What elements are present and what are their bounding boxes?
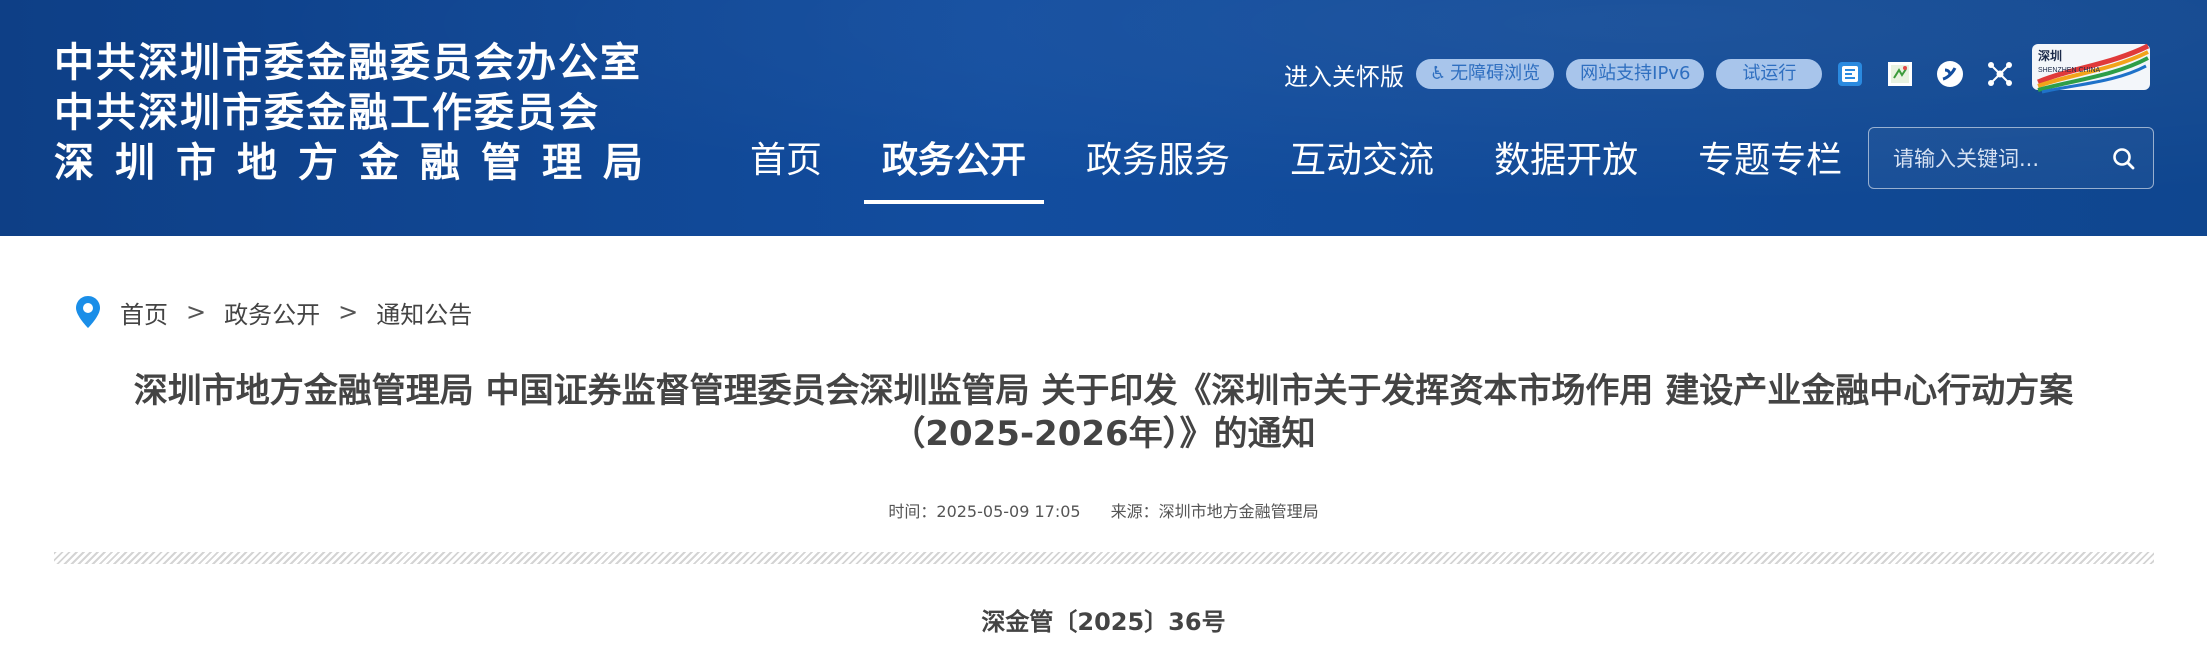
site-header: 中共深圳市委金融委员会办公室 中共深圳市委金融工作委员会 深圳市地方金融管理局 … bbox=[0, 0, 2207, 236]
network-icon[interactable] bbox=[1984, 58, 2016, 90]
nav-special-topics[interactable]: 专题专栏 bbox=[1680, 126, 1860, 204]
nav-home[interactable]: 首页 bbox=[732, 126, 840, 204]
hatched-divider bbox=[54, 552, 2154, 564]
top-utility-links: 进入关怀版 ♿ 无障碍浏览 网站支持IPv6 试运行 bbox=[1284, 54, 2034, 94]
nav-government-affairs[interactable]: 政务公开 bbox=[864, 126, 1045, 204]
trial-badge[interactable]: 试运行 bbox=[1716, 59, 1823, 89]
article-title: 深圳市地方金融管理局 中国证券监督管理委员会深圳监管局 关于印发《深圳市关于发挥… bbox=[60, 370, 2147, 456]
org-name-line-3: 深圳市地方金融管理局 bbox=[54, 140, 664, 186]
weibo-icon[interactable] bbox=[1934, 58, 1966, 90]
org-name-line-2: 中共深圳市委金融工作委员会 bbox=[54, 90, 600, 136]
main-nav: 首页 政务公开 政务服务 互动交流 数据开放 专题专栏 bbox=[732, 126, 1884, 204]
document-number: 深金管〔2025〕36号 bbox=[981, 608, 1226, 636]
search-input[interactable] bbox=[1893, 142, 2093, 176]
article-source: 来源：深圳市地方金融管理局 bbox=[1110, 502, 1319, 521]
breadcrumb-separator: > bbox=[186, 298, 207, 326]
location-pin-icon bbox=[74, 295, 102, 329]
breadcrumb: 首页 > 政务公开 > 通知公告 bbox=[74, 292, 472, 332]
org-name-block[interactable]: 中共深圳市委金融委员会办公室 中共深圳市委金融工作委员会 深圳市地方金融管理局 bbox=[54, 38, 664, 188]
publish-time: 时间：2025-05-09 17:05 bbox=[888, 502, 1081, 521]
article-title-line-2: （2025-2026年）》的通知 bbox=[891, 414, 1316, 454]
breadcrumb-separator: > bbox=[338, 298, 359, 326]
svg-text:深圳: 深圳 bbox=[2038, 48, 2062, 63]
accessibility-button[interactable]: ♿ 无障碍浏览 bbox=[1416, 59, 1555, 89]
breadcrumb-notices[interactable]: 通知公告 bbox=[376, 295, 472, 330]
ipv6-badge[interactable]: 网站支持IPv6 bbox=[1566, 59, 1705, 89]
care-mode-link[interactable]: 进入关怀版 bbox=[1284, 57, 1404, 92]
article-title-line-1: 深圳市地方金融管理局 中国证券监督管理委员会深圳监管局 关于印发《深圳市关于发挥… bbox=[133, 371, 2074, 411]
nav-government-services[interactable]: 政务服务 bbox=[1068, 126, 1248, 204]
mobile-app-icon[interactable] bbox=[1834, 58, 1866, 90]
breadcrumb-government-affairs[interactable]: 政务公开 bbox=[224, 295, 320, 330]
accessibility-label: 无障碍浏览 bbox=[1450, 63, 1541, 84]
party-government-icon[interactable] bbox=[1884, 58, 1916, 90]
shenzhen-city-logo[interactable]: 深圳 SHENZHEN CHINA bbox=[2032, 38, 2152, 96]
logo-text: SHENZHEN CHINA bbox=[2038, 67, 2101, 74]
search-icon[interactable] bbox=[2111, 146, 2137, 172]
article-meta: 时间：2025-05-09 17:05 来源：深圳市地方金融管理局 bbox=[0, 498, 2207, 522]
nav-open-data[interactable]: 数据开放 bbox=[1476, 126, 1656, 204]
breadcrumb-home[interactable]: 首页 bbox=[120, 295, 168, 330]
search-box bbox=[1868, 127, 2154, 189]
nav-interaction[interactable]: 互动交流 bbox=[1272, 126, 1452, 204]
wheelchair-icon: ♿ bbox=[1430, 63, 1447, 84]
org-name-line-1: 中共深圳市委金融委员会办公室 bbox=[54, 40, 642, 86]
